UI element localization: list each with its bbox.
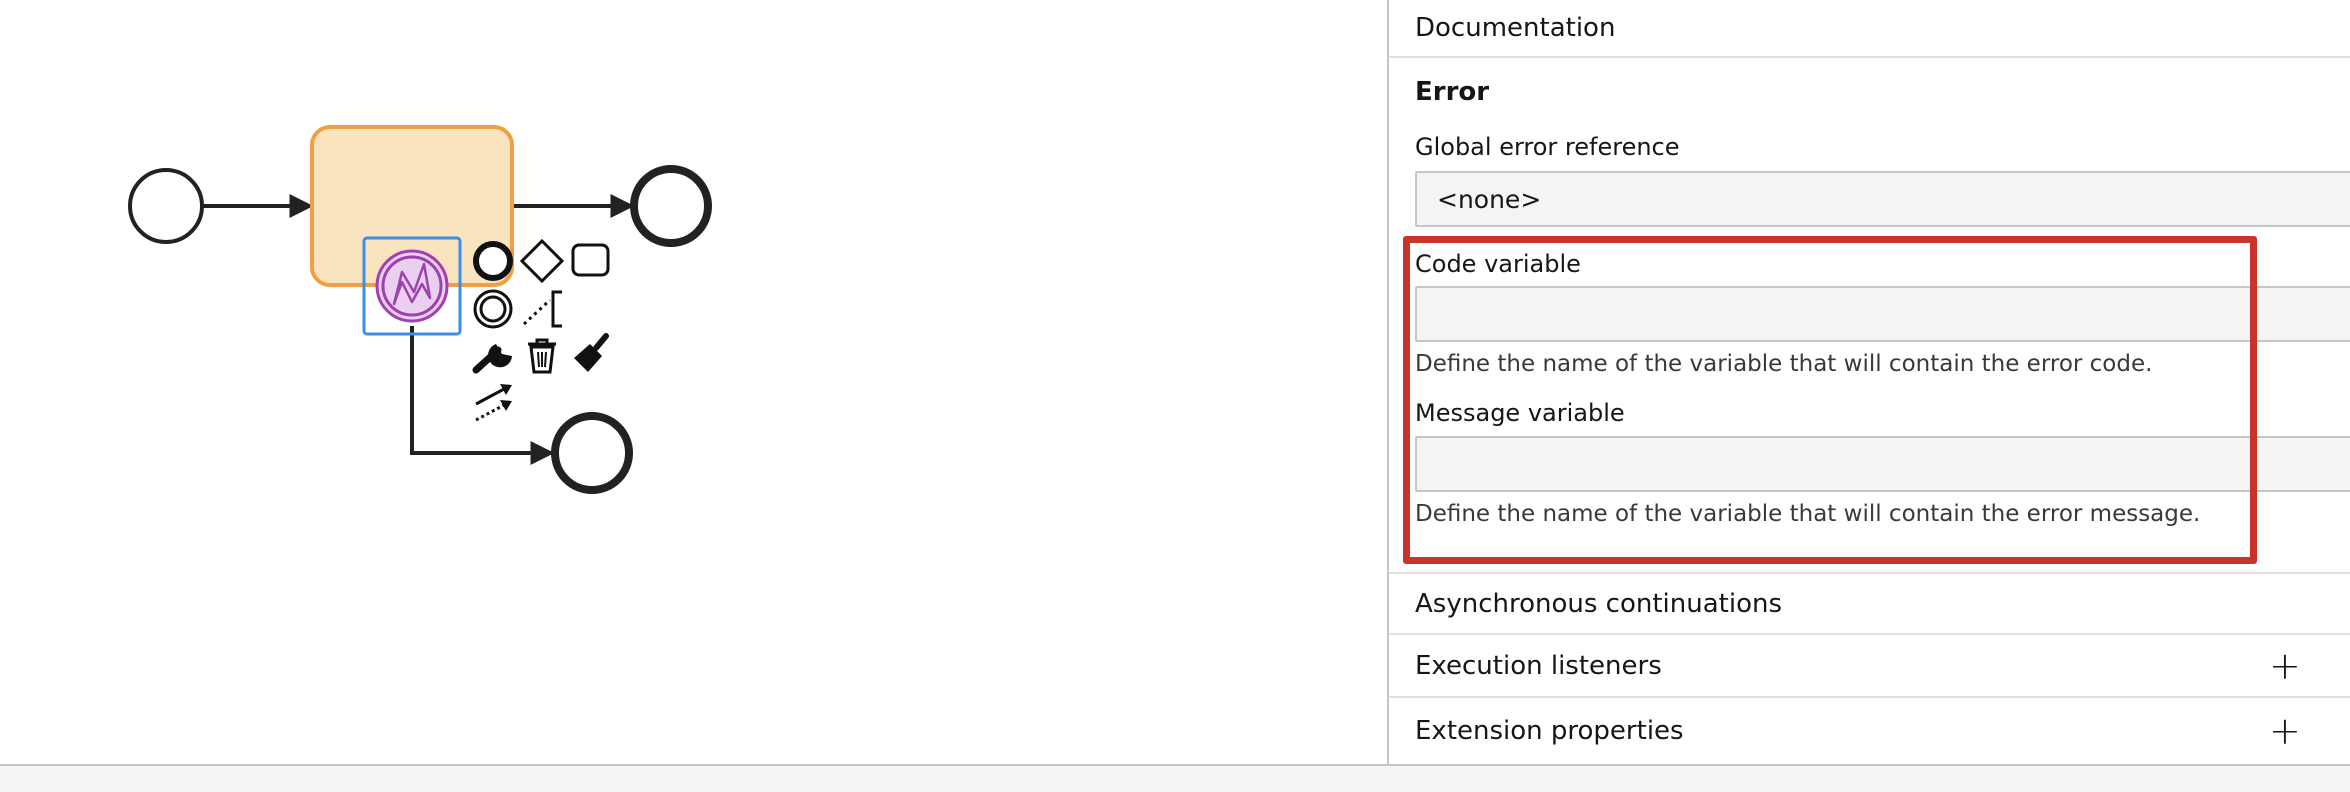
add-extension-property-button[interactable]: + (2269, 712, 2301, 750)
group-error-title[interactable]: Error (1415, 77, 1489, 107)
code-variable-input[interactable] (1415, 286, 2350, 342)
message-variable-description: Define the name of the variable that wil… (1415, 501, 2201, 527)
global-error-reference-value: <none> (1437, 184, 1542, 214)
group-execution-listeners[interactable]: Execution listeners + (1389, 635, 2350, 698)
color-icon[interactable] (574, 333, 609, 372)
group-extension-properties[interactable]: Extension properties + (1389, 699, 2350, 762)
connect-icon[interactable] (475, 384, 512, 422)
end-event-icon[interactable] (473, 241, 513, 281)
message-variable-input[interactable] (1415, 436, 2350, 492)
group-extension-properties-label: Extension properties (1415, 715, 1684, 746)
start-event[interactable] (128, 168, 204, 244)
error-boundary-event[interactable] (375, 249, 449, 323)
text-annotation-icon[interactable] (522, 290, 562, 328)
group-documentation-label: Documentation (1415, 13, 1616, 43)
group-documentation[interactable]: Documentation (1389, 0, 2350, 58)
group-asynchronous-continuations[interactable]: Asynchronous continuations (1389, 572, 2350, 635)
bottom-bar (0, 764, 2350, 792)
message-variable-label: Message variable (1415, 399, 1625, 427)
delete-icon[interactable] (528, 338, 556, 374)
global-error-reference-label: Global error reference (1415, 133, 1680, 161)
diagram-svg (128, 125, 712, 494)
group-execution-listeners-label: Execution listeners (1415, 650, 1662, 681)
end-event[interactable] (630, 165, 712, 247)
app-window: Documentation Error Global error referen… (0, 0, 2350, 792)
diagram-canvas[interactable] (0, 0, 1387, 770)
intermediate-event-icon[interactable] (473, 289, 513, 329)
code-variable-description: Define the name of the variable that wil… (1415, 351, 2153, 377)
gateway-icon[interactable] (519, 238, 565, 284)
code-variable-label: Code variable (1415, 250, 1581, 278)
change-type-icon[interactable] (472, 344, 512, 374)
global-error-reference-select[interactable]: <none> (1415, 171, 2350, 227)
error-end-event[interactable] (551, 412, 633, 494)
add-execution-listener-button[interactable]: + (2269, 647, 2301, 685)
group-async-label: Asynchronous continuations (1415, 588, 1783, 619)
properties-panel: Documentation Error Global error referen… (1387, 0, 2350, 764)
task-icon[interactable] (571, 243, 610, 277)
